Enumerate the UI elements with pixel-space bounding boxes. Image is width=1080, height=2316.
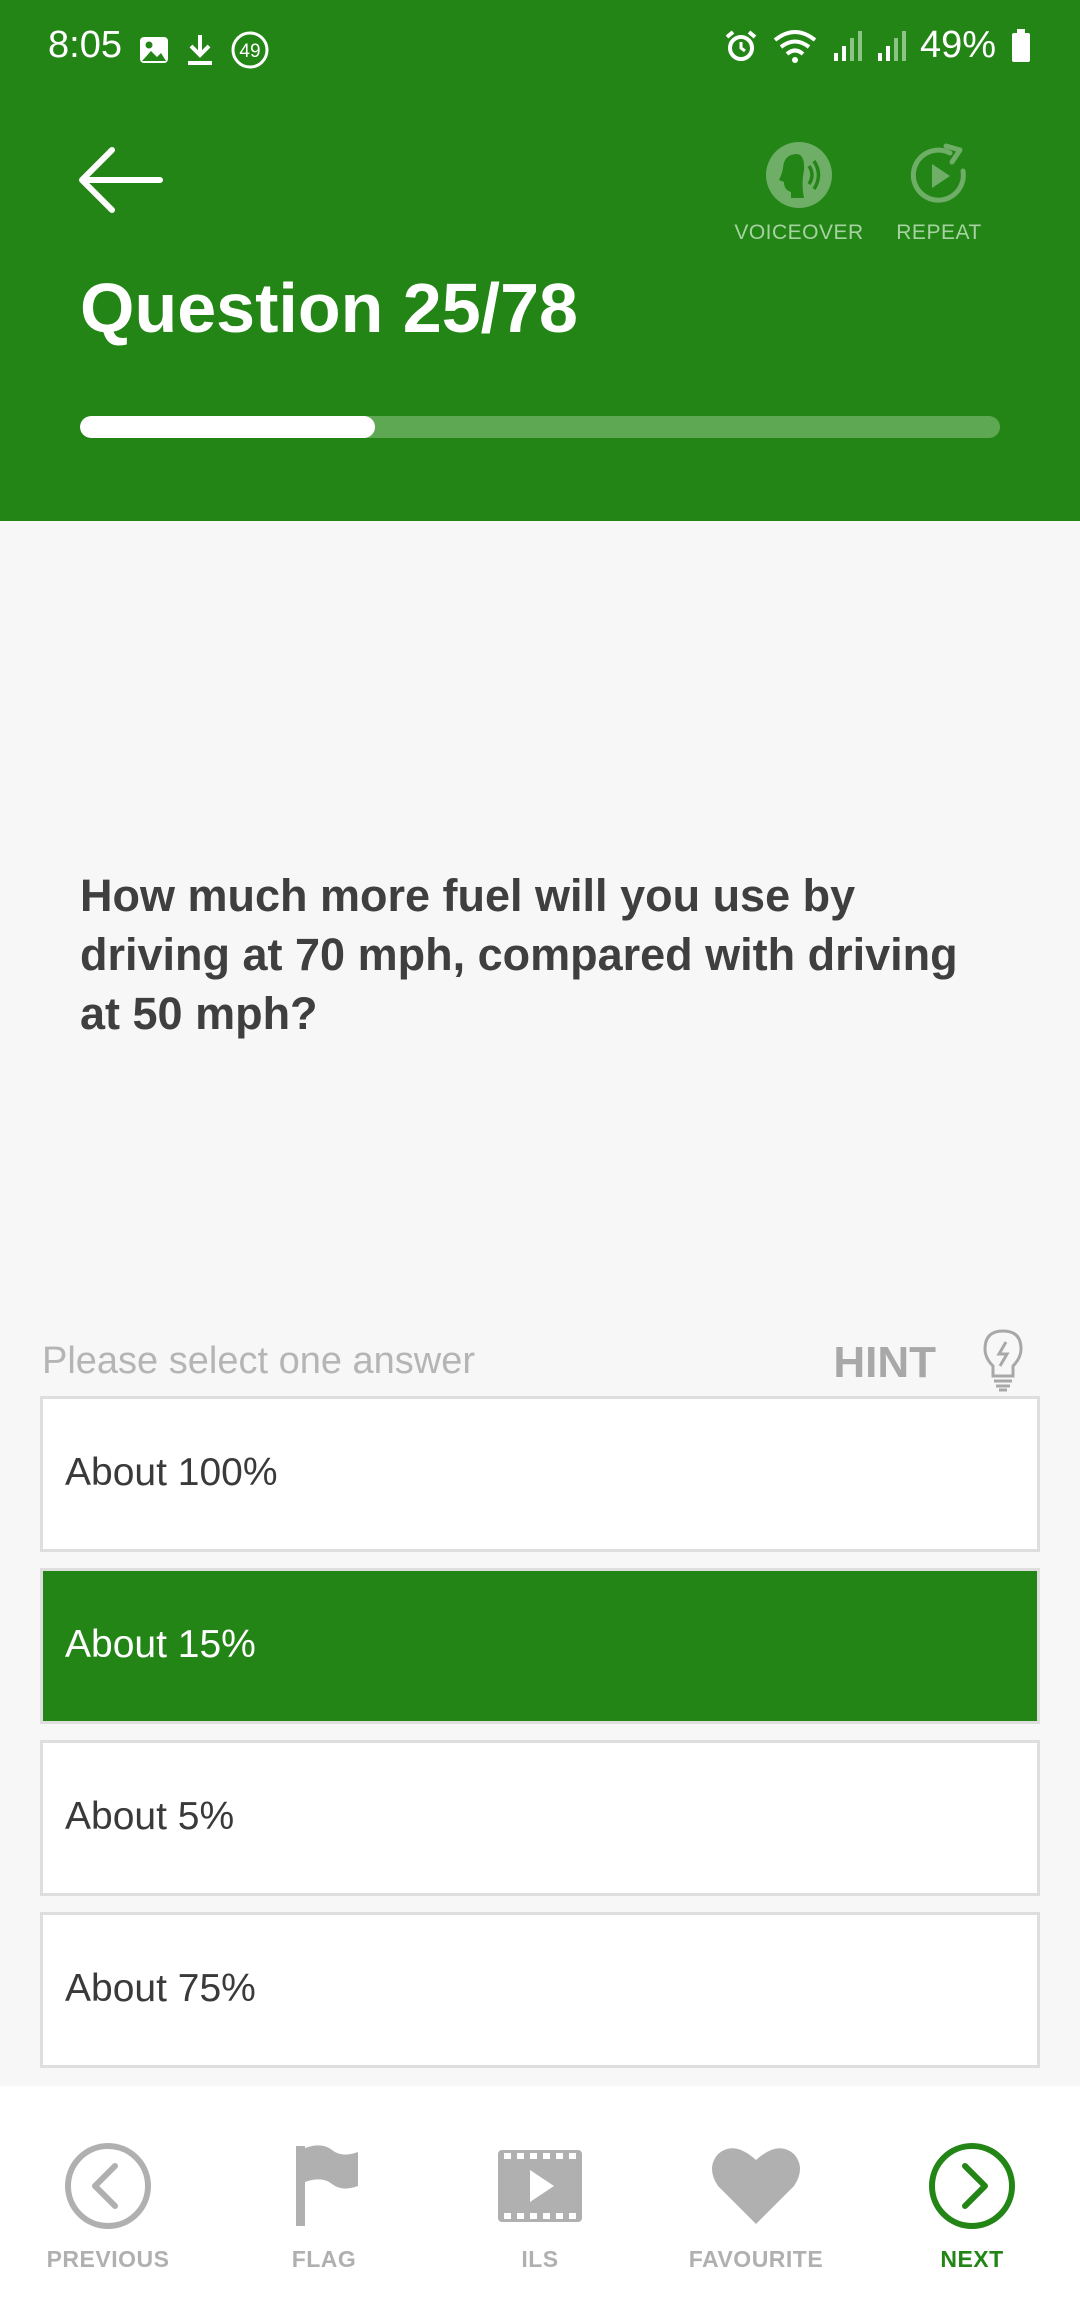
heart-icon (712, 2148, 800, 2224)
flag-icon (296, 2145, 358, 2226)
favourite-label: FAVOURITE (688, 2246, 824, 2272)
bottom-nav: PREVIOUS FLAG ILS FAVOURITE NEXT (0, 2086, 1080, 2316)
signal-icon (833, 30, 862, 61)
answer-option[interactable]: About 100% (40, 1396, 1040, 1552)
notification-count: 49 (239, 41, 260, 62)
previous-label: PREVIOUS (46, 2246, 170, 2272)
favourite-button[interactable]: FAVOURITE (656, 2138, 856, 2273)
replay-icon (910, 143, 966, 203)
select-answer-prompt: Please select one answer (42, 1340, 476, 1382)
video-icon (498, 2150, 582, 2222)
answer-option-label: About 100% (65, 1451, 278, 1494)
status-left-icons: 49 (138, 30, 270, 70)
back-button[interactable] (76, 140, 166, 220)
next-label: NEXT (940, 2246, 1004, 2272)
ils-label: ILS (521, 2246, 559, 2272)
repeat-button[interactable]: REPEAT (874, 140, 1004, 245)
header: 8:05 49 49% VOICEOVER REPEAT Question 25… (0, 0, 1080, 521)
answer-option[interactable]: About 75% (40, 1912, 1040, 2068)
answer-option[interactable]: About 15% (40, 1568, 1040, 1724)
question-text: How much more fuel will you use by drivi… (80, 870, 958, 1039)
answer-option[interactable]: About 5% (40, 1740, 1040, 1896)
notification-count-icon: 49 (231, 31, 269, 69)
arrow-left-icon (79, 147, 163, 213)
signal-icon (877, 30, 906, 61)
next-button[interactable]: NEXT (872, 2138, 1072, 2273)
hint-button[interactable]: HINT (833, 1338, 936, 1388)
progress-fill (80, 416, 375, 438)
answer-option-label: About 75% (65, 1967, 256, 2010)
alarm-icon (725, 29, 757, 61)
voiceover-button[interactable]: VOICEOVER (734, 140, 864, 245)
voiceover-label: VOICEOVER (734, 221, 864, 244)
answer-prompt-row: Please select one answer HINT (42, 1329, 1038, 1392)
status-bar: 8:05 49 49% (0, 0, 1080, 96)
answer-option-label: About 5% (65, 1795, 235, 1838)
image-icon (140, 37, 168, 63)
voiceover-icon (766, 142, 832, 208)
answer-list: About 100% About 15% About 5% About 75% (40, 1396, 1040, 2084)
download-icon (188, 35, 212, 65)
progress-bar (80, 416, 1000, 438)
question-title: Question 25/78 (80, 269, 578, 347)
repeat-label: REPEAT (896, 221, 982, 244)
chevron-left-circle-icon (65, 2143, 151, 2229)
chevron-right-circle-icon (929, 2143, 1015, 2229)
flag-button[interactable]: FLAG (224, 2138, 424, 2273)
battery-icon (1012, 28, 1030, 62)
battery-percent: 49% (919, 24, 996, 66)
status-time: 8:05 (48, 24, 122, 66)
lightbulb-icon[interactable] (980, 1328, 1026, 1392)
previous-button[interactable]: PREVIOUS (8, 2138, 208, 2273)
flag-label: FLAG (291, 2246, 357, 2272)
ils-button[interactable]: ILS (440, 2138, 640, 2273)
answer-option-label: About 15% (65, 1623, 256, 1666)
wifi-icon (773, 29, 817, 63)
status-right: 49% (724, 24, 1032, 67)
